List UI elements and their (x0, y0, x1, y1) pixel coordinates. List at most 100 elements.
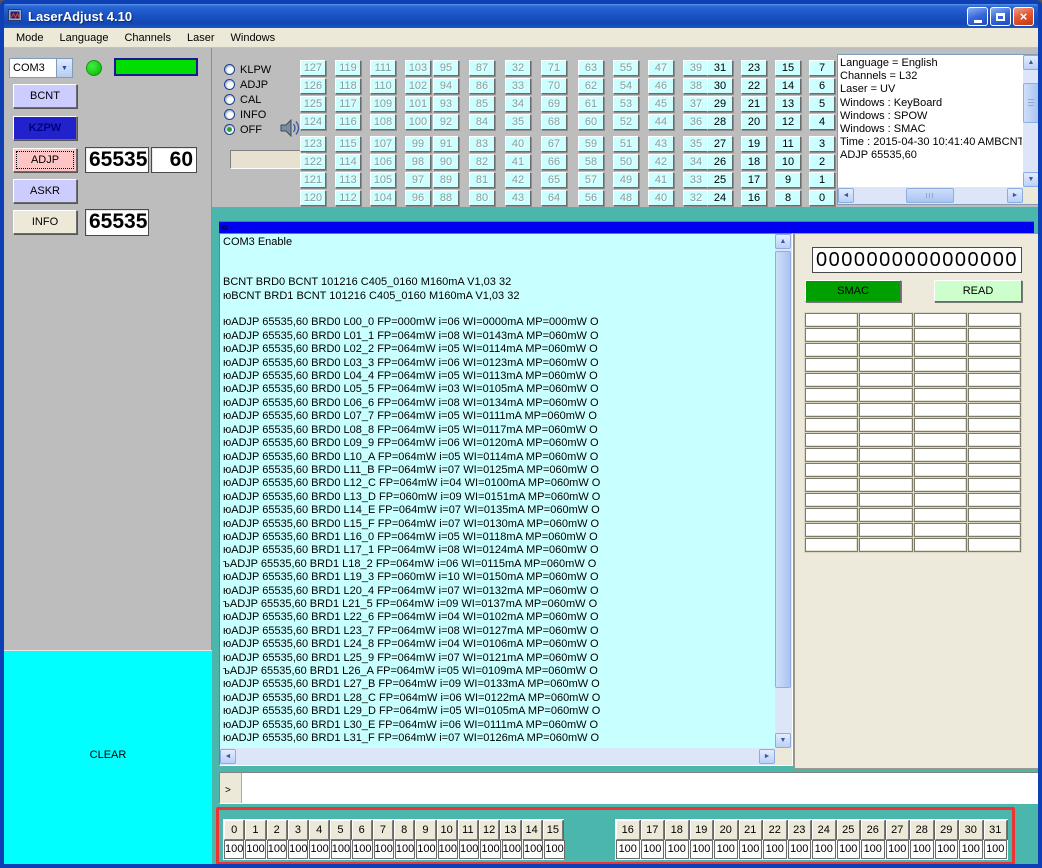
bottom-channel-value-30[interactable]: 100 (959, 840, 983, 859)
channel-button-81[interactable]: 81 (469, 172, 495, 188)
bottom-channel-value-25[interactable]: 100 (836, 840, 860, 859)
bottom-channel-button-23[interactable]: 23 (787, 820, 811, 840)
bottom-channel-value-29[interactable]: 100 (934, 840, 958, 859)
channel-button-35[interactable]: 35 (683, 136, 709, 152)
channel-button-25[interactable]: 25 (707, 172, 733, 188)
bottom-channel-value-18[interactable]: 100 (665, 840, 689, 859)
maximize-button[interactable] (990, 7, 1011, 26)
channel-button-44[interactable]: 44 (648, 114, 674, 130)
channel-button-60[interactable]: 60 (578, 114, 604, 130)
bottom-channel-value-14[interactable]: 100 (523, 840, 544, 859)
menu-mode[interactable]: Mode (8, 30, 52, 46)
bottom-channel-button-9[interactable]: 9 (415, 820, 436, 840)
bottom-channel-button-28[interactable]: 28 (910, 820, 934, 840)
bottom-channel-value-0[interactable]: 100 (224, 840, 245, 859)
channel-button-23[interactable]: 23 (741, 60, 767, 76)
scroll-right-icon[interactable]: ► (759, 749, 775, 764)
smac-button[interactable]: SMAC (805, 280, 901, 302)
channel-button-122[interactable]: 122 (300, 154, 326, 170)
bottom-channel-value-5[interactable]: 100 (330, 840, 352, 859)
channel-button-54[interactable]: 54 (613, 78, 639, 94)
channel-button-110[interactable]: 110 (370, 78, 396, 94)
channel-button-45[interactable]: 45 (648, 96, 674, 112)
bottom-channel-value-26[interactable]: 100 (861, 840, 885, 859)
channel-button-32[interactable]: 32 (505, 60, 531, 76)
bottom-channel-button-17[interactable]: 17 (640, 820, 664, 840)
channel-button-43[interactable]: 43 (505, 190, 531, 206)
channel-button-89[interactable]: 89 (433, 172, 459, 188)
channel-button-52[interactable]: 52 (613, 114, 639, 130)
hscroll-thumb[interactable] (906, 188, 954, 203)
channel-button-42[interactable]: 42 (648, 154, 674, 170)
menu-windows[interactable]: Windows (223, 30, 284, 46)
menu-channels[interactable]: Channels (116, 30, 178, 46)
scroll-down-icon[interactable]: ▼ (1023, 172, 1038, 187)
channel-button-123[interactable]: 123 (300, 136, 326, 152)
bottom-channel-value-19[interactable]: 100 (689, 840, 713, 859)
channel-button-84[interactable]: 84 (469, 114, 495, 130)
channel-button-24[interactable]: 24 (707, 190, 733, 206)
channel-button-16[interactable]: 16 (741, 190, 767, 206)
channel-button-58[interactable]: 58 (578, 154, 604, 170)
channel-button-12[interactable]: 12 (775, 114, 801, 130)
bottom-channel-value-22[interactable]: 100 (763, 840, 787, 859)
channel-button-27[interactable]: 27 (707, 136, 733, 152)
bottom-channel-value-12[interactable]: 100 (480, 840, 501, 859)
channel-button-91[interactable]: 91 (433, 136, 459, 152)
bottom-channel-value-9[interactable]: 100 (416, 840, 437, 859)
channel-button-36[interactable]: 36 (683, 114, 709, 130)
channel-button-1[interactable]: 1 (809, 172, 835, 188)
bottom-channel-value-16[interactable]: 100 (616, 840, 640, 859)
bottom-channel-value-8[interactable]: 100 (394, 840, 416, 859)
channel-button-8[interactable]: 8 (775, 190, 801, 206)
bottom-channel-value-2[interactable]: 100 (266, 840, 288, 859)
info-value-field[interactable]: 65535 (85, 209, 149, 236)
bottom-channel-value-6[interactable]: 100 (352, 840, 373, 859)
channel-button-92[interactable]: 92 (433, 114, 459, 130)
adjp-value-field[interactable]: 65535 (85, 147, 149, 173)
channel-button-35[interactable]: 35 (505, 114, 531, 130)
channel-button-62[interactable]: 62 (578, 78, 604, 94)
channel-button-48[interactable]: 48 (613, 190, 639, 206)
channel-button-7[interactable]: 7 (809, 60, 835, 76)
console-vscrollbar[interactable]: ▲ ▼ (775, 234, 792, 748)
bottom-channel-button-3[interactable]: 3 (287, 820, 308, 840)
bottom-channel-button-18[interactable]: 18 (665, 820, 689, 840)
vscroll-thumb[interactable] (775, 251, 791, 688)
bottom-channel-button-30[interactable]: 30 (959, 820, 983, 840)
bottom-channel-button-13[interactable]: 13 (500, 820, 521, 840)
bcnt-button[interactable]: BCNT (13, 84, 77, 108)
bottom-channel-value-31[interactable]: 100 (983, 840, 1007, 859)
menu-language[interactable]: Language (52, 30, 117, 46)
channel-button-53[interactable]: 53 (613, 96, 639, 112)
channel-button-126[interactable]: 126 (300, 78, 326, 94)
channel-button-17[interactable]: 17 (741, 172, 767, 188)
channel-button-39[interactable]: 39 (683, 60, 709, 76)
channel-button-111[interactable]: 111 (370, 60, 396, 76)
channel-button-93[interactable]: 93 (433, 96, 459, 112)
channel-button-82[interactable]: 82 (469, 154, 495, 170)
bottom-channel-value-23[interactable]: 100 (787, 840, 811, 859)
channel-button-104[interactable]: 104 (370, 190, 396, 206)
channel-button-106[interactable]: 106 (370, 154, 396, 170)
bottom-channel-value-17[interactable]: 100 (640, 840, 664, 859)
bottom-channel-button-20[interactable]: 20 (714, 820, 738, 840)
channel-button-18[interactable]: 18 (741, 154, 767, 170)
bottom-channel-button-6[interactable]: 6 (351, 820, 372, 840)
channel-button-33[interactable]: 33 (683, 172, 709, 188)
channel-button-34[interactable]: 34 (505, 96, 531, 112)
channel-button-32[interactable]: 32 (683, 190, 709, 206)
channel-button-40[interactable]: 40 (648, 190, 674, 206)
bottom-channel-value-4[interactable]: 100 (309, 840, 330, 859)
channel-button-109[interactable]: 109 (370, 96, 396, 112)
channel-button-124[interactable]: 124 (300, 114, 326, 130)
bottom-channel-value-24[interactable]: 100 (812, 840, 836, 859)
channel-button-61[interactable]: 61 (578, 96, 604, 112)
bottom-channel-button-4[interactable]: 4 (309, 820, 330, 840)
bottom-channel-value-13[interactable]: 100 (501, 840, 523, 859)
bottom-channel-button-15[interactable]: 15 (542, 820, 563, 840)
code-field[interactable]: 0000000000000000 (812, 247, 1022, 273)
channel-button-115[interactable]: 115 (335, 136, 361, 152)
bottom-channel-button-24[interactable]: 24 (812, 820, 836, 840)
channel-button-42[interactable]: 42 (505, 172, 531, 188)
